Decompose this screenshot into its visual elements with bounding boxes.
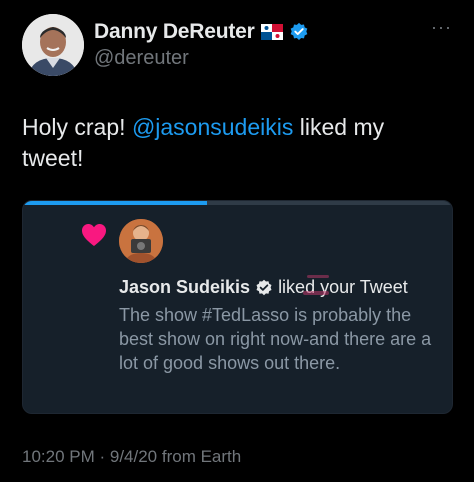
author-handle[interactable]: @dereuter	[94, 47, 189, 70]
progress-bar	[23, 201, 452, 205]
verified-badge-icon	[290, 22, 307, 40]
author-avatar[interactable]	[22, 14, 84, 76]
like-action-text: liked your Tweet	[278, 275, 408, 298]
tweet-time[interactable]: 10:20 PM	[22, 447, 95, 466]
progress-bar-fill	[23, 201, 208, 205]
highlight-mark	[303, 291, 330, 295]
liker-avatar	[119, 219, 163, 263]
author-display-name[interactable]: Danny DeReuter	[94, 20, 255, 44]
highlight-mark	[307, 275, 330, 278]
like-notification: Jason Sudeikis liked your Tweet	[119, 275, 449, 298]
tweet-text-before: Holy crap!	[22, 114, 132, 140]
verified-badge-icon	[256, 279, 272, 295]
mention-link[interactable]: @jasonsudeikis	[132, 114, 293, 140]
liker-avatar-image	[119, 219, 163, 263]
tweet-text: Holy crap! @jasonsudeikis liked my tweet…	[22, 112, 442, 174]
author-name-row: Danny DeReuter	[94, 20, 309, 44]
liker-name: Jason Sudeikis	[119, 277, 251, 297]
panama-flag-icon	[260, 24, 283, 40]
tweet: Danny DeReuter @dereuter ··· Holy crap! …	[0, 0, 474, 482]
tweet-metadata: 10:20 PM · 9/4/20 from Earth	[22, 447, 241, 467]
tweet-date[interactable]: 9/4/20	[110, 447, 157, 466]
meta-separator: ·	[94, 447, 110, 466]
author-avatar-image	[22, 14, 84, 76]
attached-image[interactable]: Jason Sudeikis liked your Tweet The show…	[22, 200, 453, 414]
like-action-label: liked your Tweet	[278, 277, 408, 297]
liked-tweet-text: The show #TedLasso is probably the best …	[119, 305, 432, 373]
more-options-button[interactable]: ···	[431, 18, 452, 36]
heart-icon	[82, 224, 106, 246]
tweet-source: from Earth	[157, 447, 242, 466]
